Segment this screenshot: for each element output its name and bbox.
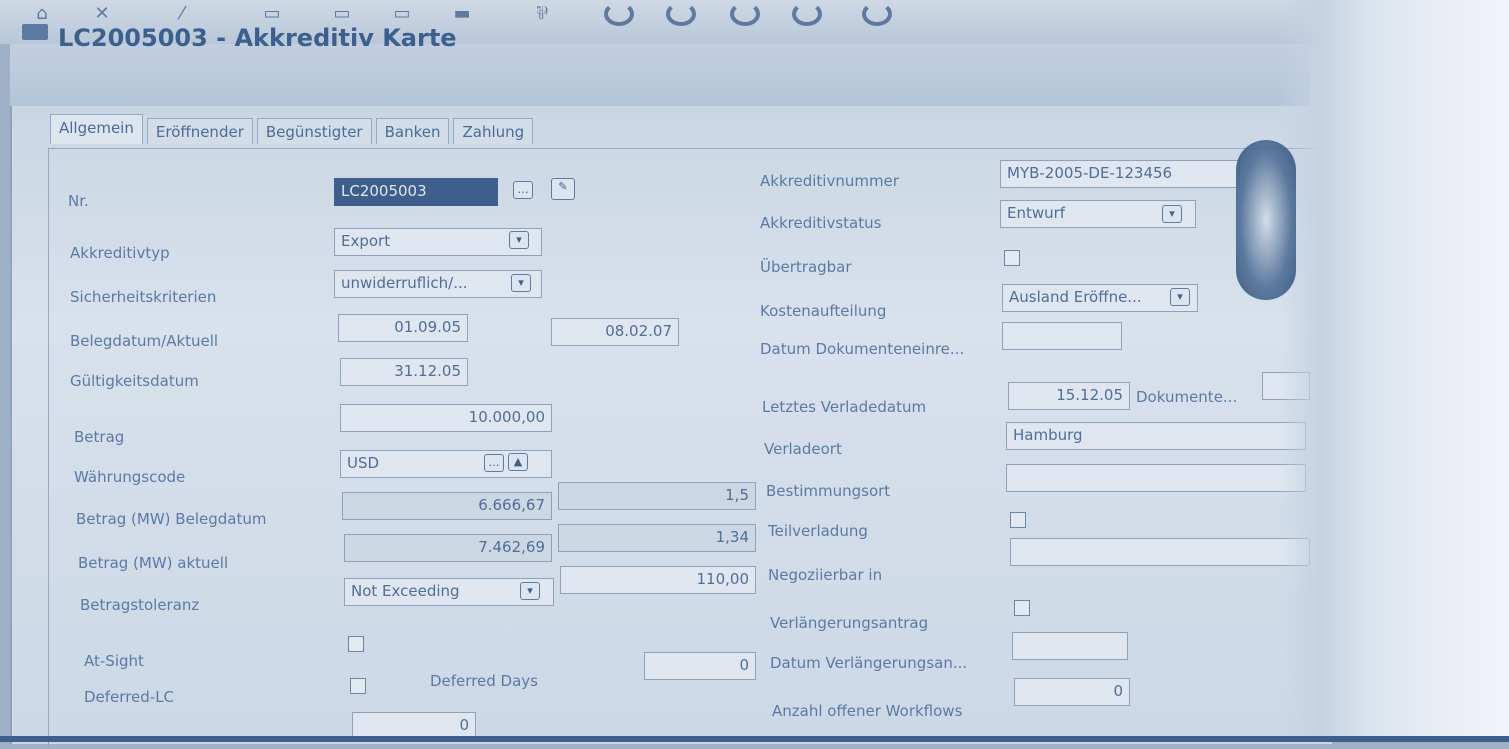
deferred-days-field[interactable]: 0 [644,652,756,680]
betrag-mw-aktuell-rate: 1,34 [558,524,756,552]
verladeort-field[interactable]: Hamburg [1006,422,1306,450]
toolbar-round-icon-3[interactable] [730,2,760,26]
gueltigkeitsdatum-field[interactable]: 31.12.05 [340,358,468,386]
betrag-mw-aktuell-label: Betrag (MW) aktuell [78,554,229,572]
akkreditivtyp-label: Akkreditivtyp [70,244,170,262]
workflows-label: Anzahl offener Workflows [772,702,963,720]
datum-verlaengerung-field[interactable] [1012,632,1128,660]
toolbar-round-icon-4[interactable] [792,2,822,26]
person-overlay [1280,0,1509,742]
toolbar-round-icon-2[interactable] [666,2,696,26]
verlaengerungsantrag-label: Verlängerungsantrag [770,614,929,632]
uebertragbar-checkbox[interactable] [1004,250,1020,266]
toolbar-icon-6[interactable]: ▭ [388,4,416,24]
akkreditivstatus-label: Akkreditivstatus [760,214,882,232]
verlaengerungsantrag-checkbox[interactable] [1014,600,1030,616]
akkreditivnummer-label: Akkreditivnummer [760,172,899,190]
betragstoleranz-dropdown-icon[interactable]: ▾ [520,582,540,600]
bottom-bar [0,736,1509,742]
bestimmungsort-label: Bestimmungsort [766,482,891,500]
toolbar-icon-5[interactable]: ▭ [328,4,356,24]
toolbar-round-icon-5[interactable] [862,2,892,26]
glasses-decoration [1236,140,1296,300]
kostenaufteilung-select[interactable]: Ausland Eröffne... [1002,284,1198,312]
betrag-mw-beleg-rate: 1,5 [558,482,756,510]
betragstoleranz-percent-field[interactable]: 110,00 [560,566,756,594]
at-sight-label: At-Sight [84,652,144,670]
tab-beguenstigter[interactable]: Begünstigter [256,118,372,144]
teilverladung-label: Teilverladung [768,522,868,540]
letztes-verladedatum-label: Letztes Verladedatum [762,398,927,416]
datum-verlaengerung-label: Datum Verlängerungsan... [770,654,968,672]
betrag-mw-aktuell-field: 7.462,69 [344,534,552,562]
tab-bar: Allgemein Eröffnender Begünstigter Banke… [50,114,537,144]
bestimmungsort-field[interactable] [1006,464,1306,492]
deferred-lc-checkbox[interactable] [350,678,366,694]
aktuell-datum-field[interactable]: 08.02.07 [551,318,679,346]
waehrungscode-up-icon[interactable]: ▲ [508,453,528,471]
kostenaufteilung-dropdown-icon[interactable]: ▾ [1170,288,1190,306]
waehrungscode-label: Währungscode [74,468,186,486]
toolbar-icon-4[interactable]: ▭ [258,4,286,24]
toolbar-icon-8[interactable]: ⅌ [528,4,556,24]
sicherheit-dropdown-icon[interactable]: ▾ [511,274,531,292]
toolbar-round-icon-1[interactable] [604,2,634,26]
at-sight-checkbox[interactable] [348,636,364,652]
belegdatum-field[interactable]: 01.09.05 [338,314,468,342]
betragstoleranz-label: Betragstoleranz [80,596,200,614]
nr-label: Nr. [68,192,89,210]
tab-allgemein[interactable]: Allgemein [50,114,143,144]
nr-assist-button[interactable]: … [513,181,533,199]
datum-dokumente-field[interactable] [1002,322,1122,350]
dokumente-label: Dokumente... [1136,388,1238,406]
tab-zahlung[interactable]: Zahlung [453,118,534,144]
negoziierbar-field[interactable] [1010,538,1310,566]
card-icon [22,24,48,40]
deferred-lc-label: Deferred-LC [84,688,175,706]
window-title-bar [10,44,1310,106]
teilverladung-checkbox[interactable] [1010,512,1026,528]
betrag-mw-beleg-label: Betrag (MW) Belegdatum [76,510,267,528]
akkreditivtyp-dropdown-icon[interactable]: ▾ [509,231,529,249]
letztes-verladedatum-field[interactable]: 15.12.05 [1008,382,1130,410]
betrag-mw-beleg-field: 6.666,67 [342,492,552,520]
datum-dokumente-label: Datum Dokumenteneinre... [760,340,965,358]
tab-eroeffnender[interactable]: Eröffnender [146,118,253,144]
kostenaufteilung-label: Kostenaufteilung [760,302,887,320]
akkreditivstatus-dropdown-icon[interactable]: ▾ [1162,205,1182,223]
gueltigkeitsdatum-label: Gültigkeitsdatum [70,372,199,390]
waehrungscode-assist-button[interactable]: … [484,454,504,472]
toolbar-icon-1[interactable]: ⌂ [28,4,56,24]
betrag-label: Betrag [74,428,125,446]
uebertragbar-label: Übertragbar [760,258,852,276]
verladeort-label: Verladeort [764,440,842,458]
akkreditivnummer-field[interactable]: MYB-2005-DE-123456 [1000,160,1240,188]
window-title: LC2005003 - Akkreditiv Karte [58,24,457,52]
workflows-field: 0 [1014,678,1130,706]
nr-field[interactable]: LC2005003 [334,178,498,206]
toolbar-icon-7[interactable]: ▬ [448,4,476,24]
sicherheit-label: Sicherheitskriterien [70,288,217,306]
negoziierbar-label: Negoziierbar in [768,566,883,584]
tab-banken[interactable]: Banken [375,118,450,144]
toolbar-icon-2[interactable]: ✕ [88,4,116,24]
belegdatum-label: Belegdatum/Aktuell [70,332,219,350]
nr-edit-icon[interactable]: ✎ [551,178,575,200]
toolbar-icon-3[interactable]: ⁄ [168,4,196,24]
deferred-days-label: Deferred Days [430,672,538,690]
betrag-field[interactable]: 10.000,00 [340,404,552,432]
